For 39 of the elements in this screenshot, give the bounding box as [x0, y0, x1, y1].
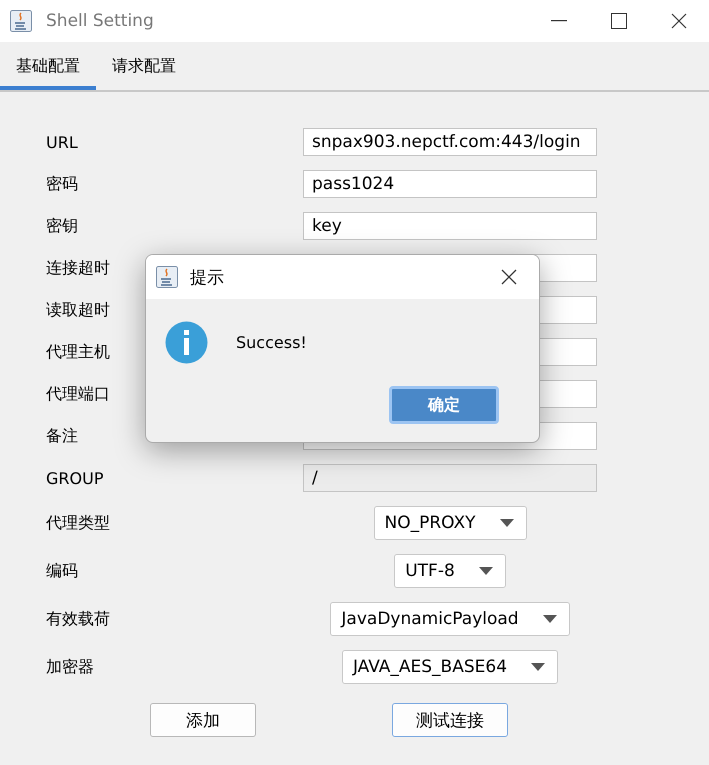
field-label: 代理主机 — [46, 342, 110, 362]
ok-button[interactable]: 确定 — [389, 386, 499, 424]
dropdown[interactable]: NO_PROXY — [374, 506, 526, 540]
maximize-icon — [611, 13, 627, 29]
tab[interactable]: 基础配置 — [0, 42, 96, 90]
dropdown-arrow-icon — [500, 519, 514, 527]
dropdown[interactable]: JAVA_AES_BASE64 — [342, 650, 558, 684]
field-label: 代理端口 — [46, 384, 110, 404]
dropdown[interactable]: UTF-8 — [394, 554, 506, 588]
app-icon — [10, 10, 32, 32]
field-label: 密码 — [46, 174, 78, 194]
dropdown-arrow-icon — [478, 567, 493, 575]
tab[interactable]: 请求配置 — [96, 42, 192, 90]
dropdown-arrow-icon — [542, 615, 557, 623]
dialog-title: 提示 — [190, 266, 225, 288]
dropdown-arrow-icon — [531, 663, 546, 671]
text-field[interactable]: snpax903.nepctf.com:443/login — [303, 128, 597, 156]
action-button[interactable]: 添加 — [150, 703, 256, 737]
app-icon — [156, 266, 178, 288]
close-icon — [501, 269, 517, 285]
close-icon — [671, 13, 687, 29]
action-button[interactable]: 测试连接 — [392, 703, 508, 737]
info-icon — [165, 321, 208, 364]
field-label: 代理类型 — [46, 512, 110, 534]
field-label: 有效载荷 — [46, 608, 110, 630]
dropdown[interactable]: JavaDynamicPayload — [330, 602, 570, 636]
text-field[interactable]: pass1024 — [303, 170, 597, 198]
window-title: Shell Setting — [46, 11, 155, 31]
message-text: Success! — [236, 333, 307, 352]
field-label: 密钥 — [46, 216, 78, 236]
field-label: URL — [46, 132, 78, 152]
field-label: GROUP — [46, 468, 104, 488]
field-label: 备注 — [46, 426, 78, 446]
field-label: 连接超时 — [46, 258, 110, 278]
text-field[interactable]: key — [303, 212, 597, 240]
field-label: 加密器 — [46, 656, 94, 678]
field-label: 读取超时 — [46, 300, 110, 320]
field-label: 编码 — [46, 560, 78, 582]
minimize-icon — [551, 20, 567, 22]
